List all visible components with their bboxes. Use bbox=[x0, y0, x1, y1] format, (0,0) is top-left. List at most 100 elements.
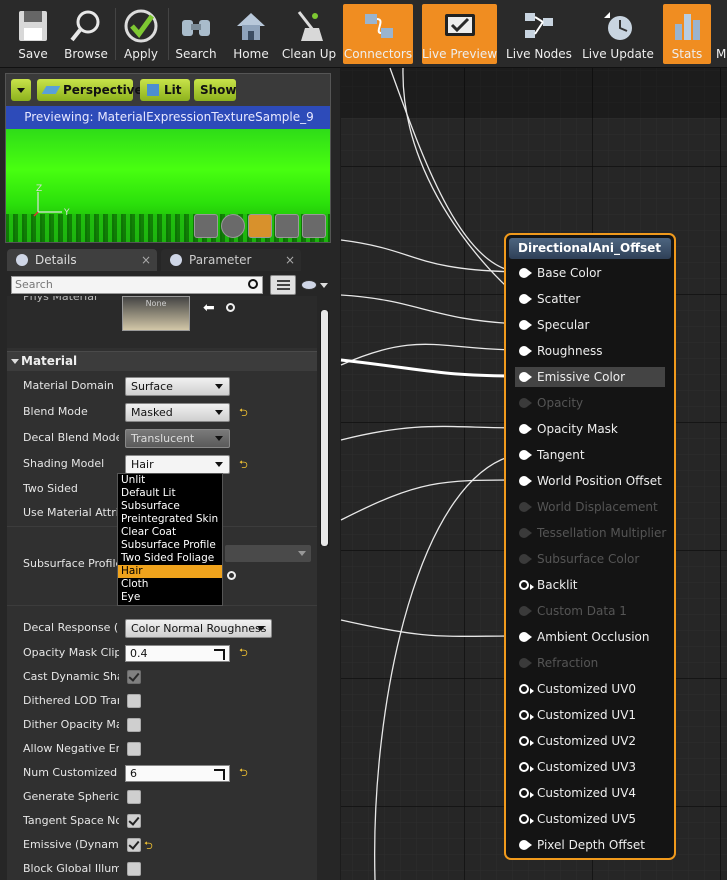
material-preview-viewport[interactable]: Perspective Lit Show Previewing: Materia… bbox=[5, 73, 331, 243]
pin-connector-icon[interactable] bbox=[519, 320, 532, 330]
node-pin[interactable]: Custom Data 1 bbox=[515, 601, 665, 621]
lit-button[interactable]: Lit bbox=[140, 79, 190, 101]
shading-option-selected[interactable]: Hair bbox=[118, 565, 222, 578]
emissive-dynamic-checkbox[interactable] bbox=[127, 838, 141, 852]
stats-button[interactable]: Stats bbox=[663, 4, 711, 64]
pin-connector-icon[interactable] bbox=[519, 788, 534, 798]
scrollbar-thumb[interactable] bbox=[321, 310, 328, 546]
blend-mode-combo[interactable]: Masked bbox=[125, 403, 230, 422]
tab-details[interactable]: Details × bbox=[7, 249, 157, 271]
node-pin[interactable]: Base Color bbox=[515, 263, 665, 283]
dithered-lod-checkbox[interactable] bbox=[127, 694, 141, 708]
live-preview-button[interactable]: Live Preview bbox=[422, 4, 497, 64]
pin-connector-icon[interactable] bbox=[519, 294, 532, 304]
browse-magnifier-icon[interactable] bbox=[226, 303, 235, 312]
phys-material-thumbnail[interactable]: None bbox=[122, 296, 190, 331]
shading-option[interactable]: Preintegrated Skin bbox=[118, 513, 222, 526]
details-scrollbar[interactable] bbox=[320, 310, 329, 546]
node-pin[interactable]: World Position Offset bbox=[515, 471, 665, 491]
sphere-preview-icon[interactable] bbox=[221, 214, 245, 238]
node-pin[interactable]: Customized UV5 bbox=[515, 809, 665, 829]
shading-option[interactable]: Subsurface Profile bbox=[118, 539, 222, 552]
close-icon[interactable]: × bbox=[141, 249, 151, 271]
pin-connector-icon[interactable] bbox=[519, 450, 532, 460]
apply-button[interactable]: Apply bbox=[118, 4, 164, 64]
viewport-options-button[interactable] bbox=[11, 79, 31, 101]
num-customized-uvs-input[interactable]: 6 bbox=[125, 765, 230, 782]
more-button[interactable]: M bbox=[716, 4, 727, 64]
connectors-button[interactable]: Connectors bbox=[343, 4, 413, 64]
node-pin[interactable]: Emissive Color bbox=[515, 367, 665, 387]
node-pin[interactable]: Opacity Mask bbox=[515, 419, 665, 439]
node-pin[interactable]: Specular bbox=[515, 315, 665, 335]
material-domain-combo[interactable]: Surface bbox=[125, 377, 230, 396]
pin-connector-icon[interactable] bbox=[519, 658, 532, 668]
live-nodes-button[interactable]: Live Nodes bbox=[505, 4, 573, 64]
node-pin[interactable]: Tangent bbox=[515, 445, 665, 465]
node-pin[interactable]: Subsurface Color bbox=[515, 549, 665, 569]
shading-option[interactable]: Two Sided Foliage bbox=[118, 552, 222, 565]
pin-connector-icon[interactable] bbox=[519, 710, 534, 720]
eye-visibility-button[interactable] bbox=[299, 277, 331, 294]
browse-magnifier-icon[interactable] bbox=[227, 571, 236, 580]
reset-to-default-icon[interactable]: ⮌ bbox=[144, 839, 153, 853]
pin-connector-icon[interactable] bbox=[519, 268, 532, 278]
allow-negative-emissive-checkbox[interactable] bbox=[127, 742, 141, 756]
save-button[interactable]: Save bbox=[8, 4, 58, 64]
pin-connector-icon[interactable] bbox=[519, 528, 532, 538]
reset-to-default-icon[interactable]: ⮌ bbox=[239, 646, 248, 660]
node-pin[interactable]: Backlit bbox=[515, 575, 665, 595]
pin-connector-icon[interactable] bbox=[519, 736, 534, 746]
pin-connector-icon[interactable] bbox=[519, 424, 532, 434]
dither-opacity-checkbox[interactable] bbox=[127, 718, 141, 732]
perspective-button[interactable]: Perspective bbox=[37, 79, 143, 101]
pin-connector-icon[interactable] bbox=[519, 684, 534, 694]
node-pin[interactable]: Customized UV2 bbox=[515, 731, 665, 751]
block-gi-checkbox[interactable] bbox=[127, 862, 141, 876]
opacity-mask-clip-input[interactable]: 0.4 bbox=[125, 645, 230, 662]
node-pin[interactable]: Refraction bbox=[515, 653, 665, 673]
shading-model-combo[interactable]: Hair bbox=[125, 455, 230, 474]
reset-to-default-icon[interactable]: ⮌ bbox=[239, 766, 248, 780]
use-selected-arrow-icon[interactable]: ⬅ bbox=[203, 300, 215, 316]
node-pin[interactable]: Customized UV3 bbox=[515, 757, 665, 777]
mesh-preview-icon[interactable] bbox=[302, 214, 326, 238]
show-button[interactable]: Show bbox=[194, 79, 237, 101]
pin-connector-icon[interactable] bbox=[519, 346, 532, 356]
node-pin[interactable]: Opacity bbox=[515, 393, 665, 413]
node-pin[interactable]: World Displacement bbox=[515, 497, 665, 517]
shading-option[interactable]: Unlit bbox=[118, 474, 222, 487]
node-pin[interactable]: Tessellation Multiplier bbox=[515, 523, 666, 543]
pin-connector-icon[interactable] bbox=[519, 632, 532, 642]
tab-parameter-defaults[interactable]: Parameter Defaults × bbox=[161, 249, 301, 289]
shading-option[interactable]: Default Lit bbox=[118, 487, 222, 500]
shading-option[interactable]: Cloth bbox=[118, 578, 222, 591]
node-pin[interactable]: Customized UV1 bbox=[515, 705, 665, 725]
browse-button[interactable]: Browse bbox=[60, 4, 112, 64]
shading-option[interactable]: Subsurface bbox=[118, 500, 222, 513]
details-search-input[interactable]: Search bbox=[11, 276, 263, 294]
material-section-header[interactable]: Material bbox=[7, 351, 317, 371]
pin-connector-icon[interactable] bbox=[519, 840, 532, 850]
subsurface-profile-combo[interactable] bbox=[225, 545, 311, 562]
clean-up-button[interactable]: Clean Up bbox=[281, 4, 337, 64]
pin-connector-icon[interactable] bbox=[519, 814, 534, 824]
cylinder-preview-icon[interactable] bbox=[194, 214, 218, 238]
tangent-space-normal-checkbox[interactable] bbox=[127, 814, 141, 828]
node-pin[interactable]: Scatter bbox=[515, 289, 665, 309]
node-pin[interactable]: Customized UV0 bbox=[515, 679, 665, 699]
decal-response-combo[interactable]: Color Normal Roughness bbox=[125, 619, 272, 638]
pin-connector-icon[interactable] bbox=[519, 502, 532, 512]
shading-option[interactable]: Clear Coat bbox=[118, 526, 222, 539]
pin-connector-icon[interactable] bbox=[519, 580, 534, 590]
pin-connector-icon[interactable] bbox=[519, 372, 532, 382]
live-update-button[interactable]: Live Update bbox=[580, 4, 656, 64]
view-options-button[interactable] bbox=[270, 275, 296, 295]
pin-connector-icon[interactable] bbox=[519, 554, 532, 564]
pin-connector-icon[interactable] bbox=[519, 762, 534, 772]
material-result-node[interactable]: DirectionalAni_Offset Base Color Scatter S… bbox=[504, 233, 676, 860]
search-button[interactable]: Search bbox=[172, 4, 220, 64]
node-pin[interactable]: Customized UV4 bbox=[515, 783, 665, 803]
shading-option[interactable]: Eye bbox=[118, 591, 222, 604]
pin-connector-icon[interactable] bbox=[519, 606, 532, 616]
